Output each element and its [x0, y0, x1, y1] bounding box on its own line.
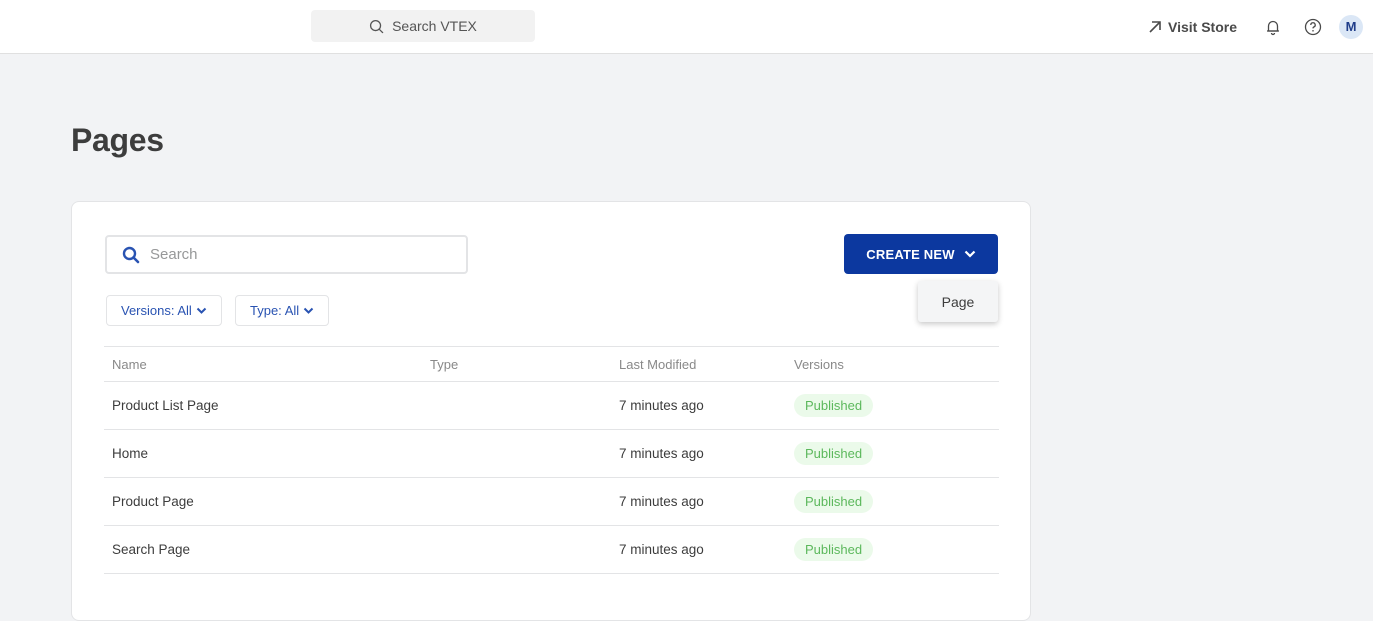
row-last-modified: 7 minutes ago	[619, 542, 704, 557]
page-title: Pages	[71, 122, 164, 158]
table-row[interactable]: Home 7 minutes ago Published	[104, 430, 999, 478]
global-search-label: Search VTEX	[392, 18, 477, 34]
status-badge: Published	[794, 394, 874, 417]
pages-card: Versions: All Type: All CREATE NEW Page …	[71, 201, 1031, 621]
search-field[interactable]	[105, 235, 468, 274]
row-last-modified: 7 minutes ago	[619, 446, 704, 461]
visit-store-link[interactable]: Visit Store	[1148, 19, 1237, 35]
top-bar: Search VTEX Visit Store M	[0, 0, 1373, 54]
chevron-down-icon	[964, 250, 975, 258]
versions-filter-label: Versions: All	[121, 303, 192, 318]
visit-store-label: Visit Store	[1168, 18, 1237, 35]
search-icon	[122, 246, 140, 263]
type-filter[interactable]: Type: All	[235, 295, 330, 326]
menu-item-page[interactable]: Page	[942, 294, 975, 310]
search-icon	[370, 19, 384, 33]
row-name: Product Page	[112, 494, 194, 509]
table-header: Name Type Last Modified Versions	[104, 346, 999, 382]
status-badge: Published	[794, 538, 874, 561]
pages-table: Name Type Last Modified Versions Product…	[104, 346, 999, 574]
type-filter-label: Type: All	[250, 303, 300, 318]
row-name: Search Page	[112, 542, 191, 557]
table-row[interactable]: Product Page 7 minutes ago Published	[104, 478, 999, 526]
search-input[interactable]	[150, 246, 450, 263]
row-last-modified: 7 minutes ago	[619, 398, 704, 413]
column-header-last-modified[interactable]: Last Modified	[619, 347, 696, 381]
column-header-type[interactable]: Type	[430, 347, 458, 381]
help-icon	[1304, 18, 1322, 35]
bell-icon	[1267, 20, 1279, 35]
help-button[interactable]	[1301, 15, 1325, 39]
global-search-button[interactable]: Search VTEX	[311, 10, 535, 42]
row-name: Home	[112, 446, 149, 461]
notifications-button[interactable]	[1261, 15, 1285, 39]
chevron-down-icon	[303, 307, 314, 314]
status-badge: Published	[794, 490, 874, 513]
create-new-menu: Page	[918, 281, 998, 322]
table-row[interactable]: Search Page 7 minutes ago Published	[104, 526, 999, 574]
chevron-down-icon	[196, 307, 207, 314]
row-name: Product List Page	[112, 398, 219, 413]
row-last-modified: 7 minutes ago	[619, 494, 704, 509]
versions-filter[interactable]: Versions: All	[106, 295, 222, 326]
create-new-label: CREATE NEW	[866, 246, 955, 262]
status-badge: Published	[794, 442, 874, 465]
create-new-button[interactable]: CREATE NEW	[844, 234, 998, 274]
user-avatar[interactable]: M	[1339, 14, 1363, 39]
column-header-name[interactable]: Name	[112, 347, 147, 381]
column-header-versions[interactable]: Versions	[794, 347, 844, 381]
table-row[interactable]: Product List Page 7 minutes ago Publishe…	[104, 382, 999, 430]
external-arrow-icon	[1149, 20, 1161, 33]
